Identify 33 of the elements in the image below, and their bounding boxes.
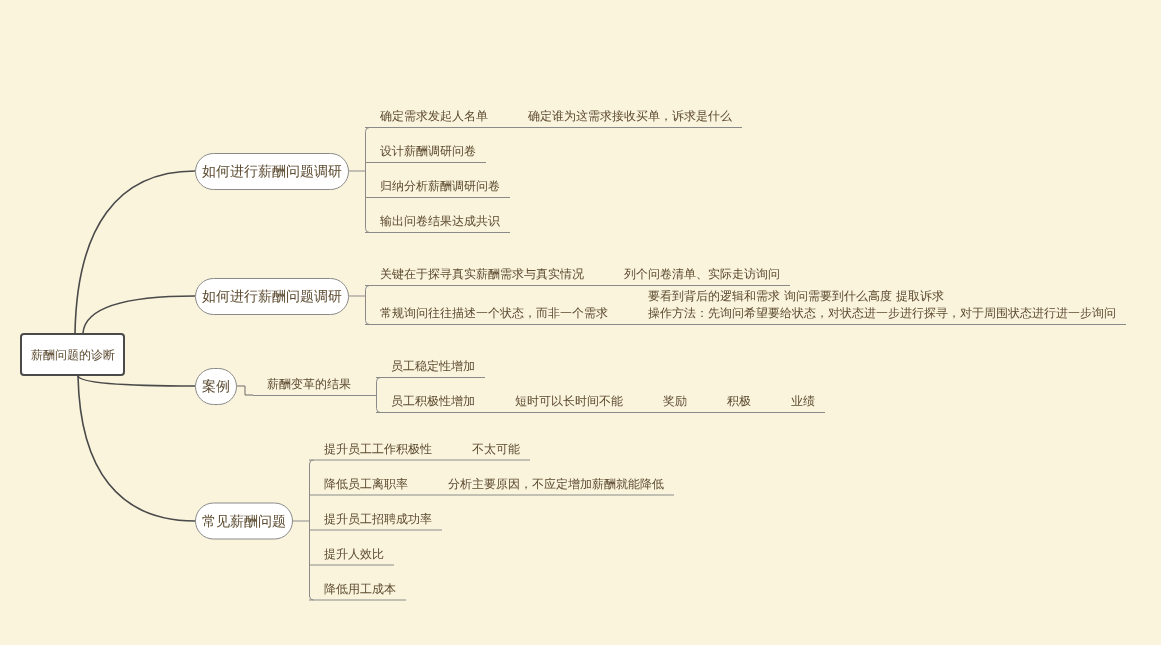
main-topic[interactable]: 案例 xyxy=(195,367,237,405)
subtopic[interactable]: 员工积极性增加 xyxy=(376,378,485,413)
subtopic[interactable]: 短时可以长时间不能 xyxy=(485,378,633,413)
subtopic[interactable]: 薪酬变革的结果 xyxy=(253,360,376,396)
topic-line: 要看到背后的逻辑和需求 询问需要到什么高度 提取诉求 xyxy=(648,288,945,305)
main-topic[interactable]: 如何进行薪酬问题调研 xyxy=(195,152,349,190)
bracket-line xyxy=(348,285,370,325)
subtopic[interactable]: 提升员工招聘成功率 xyxy=(309,495,442,531)
subtopic[interactable]: 常规询问往往描述一个状态，而非一个需求 xyxy=(365,290,618,325)
subtopic[interactable]: 员工稳定性增加 xyxy=(376,343,485,378)
subtopic[interactable]: 不太可能 xyxy=(442,425,530,461)
connector-line xyxy=(236,385,254,396)
main-topic[interactable]: 常见薪酬问题 xyxy=(195,502,293,540)
subtopic[interactable]: 奖励 xyxy=(633,378,697,413)
subtopic[interactable]: 提升员工工作积极性 xyxy=(309,425,442,461)
subtopic[interactable]: 提升人效比 xyxy=(309,530,394,566)
central-topic[interactable]: 薪酬问题的诊断 xyxy=(20,333,125,376)
subtopic[interactable]: 积极 xyxy=(697,378,761,413)
subtopic[interactable]: 列个问卷清单、实际走访询问 xyxy=(594,251,790,286)
subtopic[interactable]: 确定需求发起人名单 xyxy=(365,93,498,128)
topic-line: 操作方法：先询问希望要给状态，对状态进一步进行探寻，对于周围状态进行进一步询问 xyxy=(648,305,1116,322)
subtopic[interactable]: 分析主要原因，不应定增加薪酬就能降低 xyxy=(418,460,674,496)
subtopic[interactable]: 输出问卷结果达成共识 xyxy=(365,198,510,233)
subtopic[interactable]: 业绩 xyxy=(761,378,825,413)
subtopic[interactable]: 设计薪酬调研问卷 xyxy=(365,128,486,163)
subtopic[interactable]: 要看到背后的逻辑和需求 询问需要到什么高度 提取诉求 操作方法：先询问希望要给状态，对状态进一步进行探寻，对于周围状态进行进一步询问 xyxy=(618,286,1126,325)
subtopic[interactable]: 确定谁为这需求接收买单，诉求是什么 xyxy=(498,93,742,128)
subtopic[interactable]: 降低员工离职率 xyxy=(309,460,418,496)
subtopic[interactable]: 关键在于探寻真实薪酬需求与真实情况 xyxy=(365,251,594,286)
main-topic[interactable]: 如何进行薪酬问题调研 xyxy=(195,277,349,315)
subtopic[interactable]: 归纳分析薪酬调研问卷 xyxy=(365,163,510,198)
bracket-line xyxy=(376,377,381,413)
subtopic[interactable]: 降低用工成本 xyxy=(309,565,406,601)
